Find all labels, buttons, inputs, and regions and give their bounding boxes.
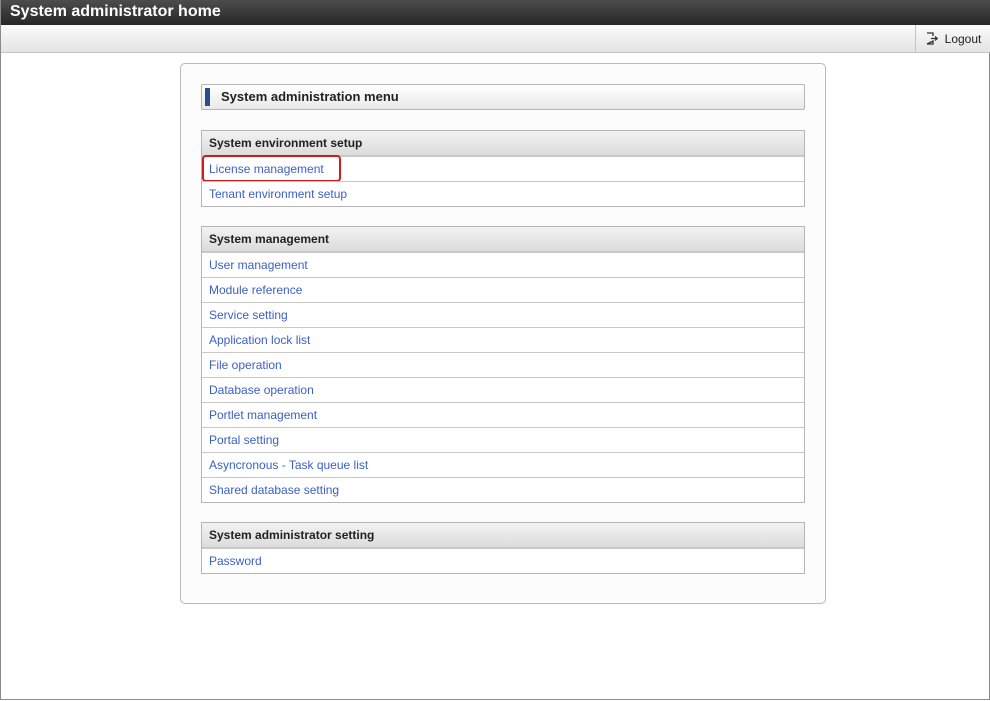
app-window: System administrator home Logout System … xyxy=(0,0,990,700)
list-item: File operation xyxy=(202,352,804,377)
link-portlet-management[interactable]: Portlet management xyxy=(209,408,317,422)
window-title: System administrator home xyxy=(1,0,990,25)
link-tenant-environment-setup[interactable]: Tenant environment setup xyxy=(209,187,347,201)
toolbar: Logout xyxy=(1,25,990,53)
link-password[interactable]: Password xyxy=(209,554,262,568)
list-item: Service setting xyxy=(202,302,804,327)
menu-title-text: System administration menu xyxy=(221,89,399,104)
section-system-administrator-setting: System administrator setting Password xyxy=(201,522,805,574)
logout-label: Logout xyxy=(944,31,982,46)
title-accent-bar xyxy=(205,88,210,106)
link-database-operation[interactable]: Database operation xyxy=(209,383,314,397)
section-system-environment-setup: System environment setup License managem… xyxy=(201,130,805,207)
section-header: System management xyxy=(202,227,804,252)
list-item: Shared database setting xyxy=(202,477,804,502)
link-service-setting[interactable]: Service setting xyxy=(209,308,288,322)
list-item: User management xyxy=(202,252,804,277)
list-item: Portlet management xyxy=(202,402,804,427)
link-module-reference[interactable]: Module reference xyxy=(209,283,302,297)
list-item: Asyncronous - Task queue list xyxy=(202,452,804,477)
list-item: Database operation xyxy=(202,377,804,402)
link-task-queue-list[interactable]: Asyncronous - Task queue list xyxy=(209,458,368,472)
section-header: System environment setup xyxy=(202,131,804,156)
list-item: Password xyxy=(202,548,804,573)
link-user-management[interactable]: User management xyxy=(209,258,308,272)
link-application-lock-list[interactable]: Application lock list xyxy=(209,333,310,347)
admin-menu-panel: System administration menu System enviro… xyxy=(180,63,826,604)
logout-icon xyxy=(926,32,938,45)
list-item: Tenant environment setup xyxy=(202,181,804,206)
list-item: Application lock list xyxy=(202,327,804,352)
list-item: Portal setting xyxy=(202,427,804,452)
logout-button[interactable]: Logout xyxy=(915,25,990,52)
link-portal-setting[interactable]: Portal setting xyxy=(209,433,279,447)
list-item: Module reference xyxy=(202,277,804,302)
link-shared-database-setting[interactable]: Shared database setting xyxy=(209,483,339,497)
link-license-management[interactable]: License management xyxy=(209,162,324,176)
section-system-management: System management User management Module… xyxy=(201,226,805,503)
menu-title: System administration menu xyxy=(201,84,805,110)
section-header: System administrator setting xyxy=(202,523,804,548)
link-file-operation[interactable]: File operation xyxy=(209,358,282,372)
list-item: License management xyxy=(202,155,804,182)
